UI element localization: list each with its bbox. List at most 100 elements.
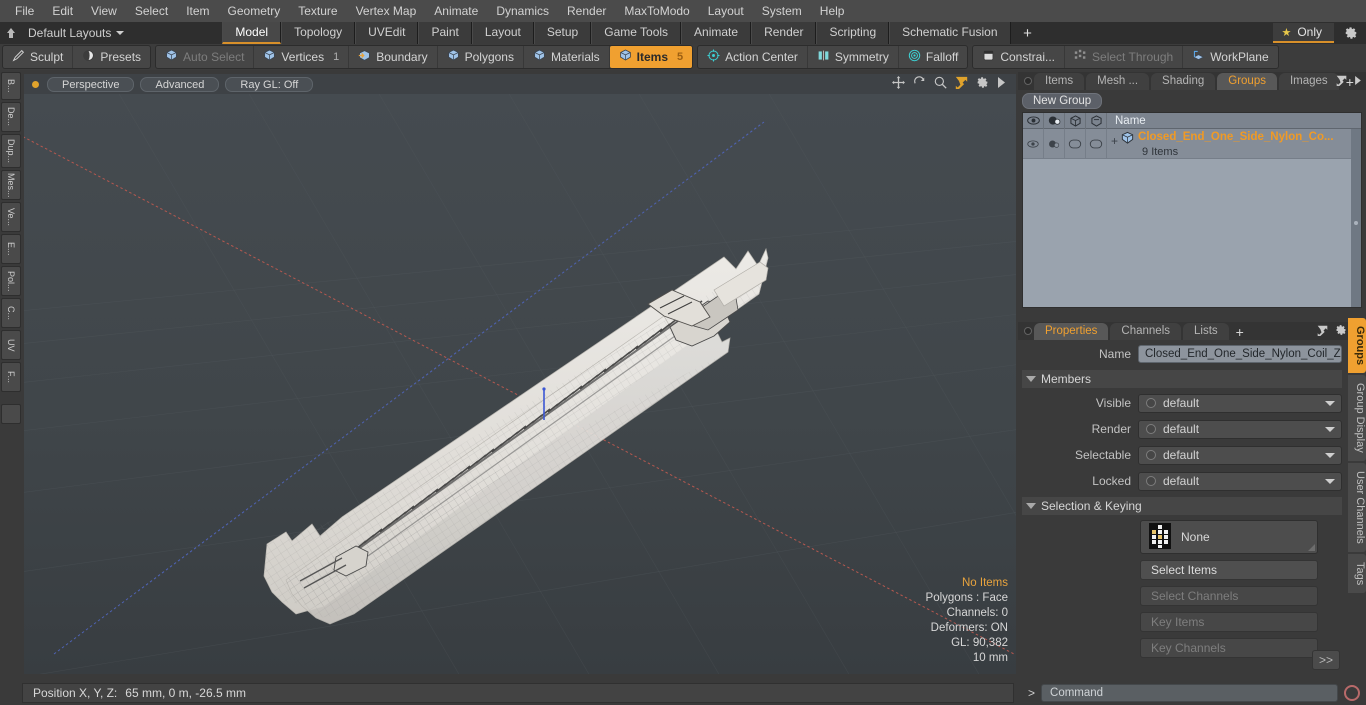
maximize-icon[interactable] [1317,325,1328,339]
panel-tab-lists[interactable]: Lists [1183,323,1229,340]
add-layout-tab-button[interactable]: + [1010,22,1045,44]
menu-item-animate[interactable]: Animate [425,0,487,22]
maximize-icon[interactable] [955,76,968,92]
left-tool-0[interactable]: B... [1,72,21,100]
groups-tree-scrollbar[interactable] [1351,129,1361,307]
menu-item-render[interactable]: Render [558,0,615,22]
panel-tab-properties[interactable]: Properties [1034,323,1109,340]
layout-tab-game-tools[interactable]: Game Tools [591,22,682,44]
left-tool-4[interactable]: Ve... [1,202,21,232]
panel-tab-items[interactable]: Items [1034,73,1085,90]
panel-menu-dot-icon[interactable] [1022,72,1034,90]
panel-tab-mesh[interactable]: Mesh ... [1086,73,1150,90]
row-selectable-toggle[interactable] [1065,128,1086,159]
menu-item-file[interactable]: File [6,0,43,22]
mode-button-sculpt[interactable]: Sculpt [3,46,74,68]
layout-tab-model[interactable]: Model [222,22,282,44]
play-icon[interactable] [1354,76,1362,88]
mode-button-presets[interactable]: Presets [73,46,150,68]
panel-tab-images[interactable]: Images [1278,73,1339,90]
rotate-icon[interactable] [913,76,926,92]
mode-button-items[interactable]: Items 5 [609,46,693,68]
menu-item-view[interactable]: View [82,0,126,22]
table-row[interactable]: + Closed_End_One_Side_Nylon_Co... 9 Item… [1023,128,1361,159]
gear-icon[interactable] [1342,25,1360,41]
gear-icon[interactable] [976,76,989,92]
row-visible-toggle[interactable] [1023,128,1044,159]
mode-button-action-center[interactable]: Action Center [698,46,808,68]
mode-button-polygons[interactable]: Polygons [438,46,524,68]
selection-keying-section-header[interactable]: Selection & Keying [1022,497,1342,515]
toggle-bullet-icon[interactable] [1146,398,1156,408]
groups-tree[interactable]: Name + Closed_End_One_Side_Nylon_Co... 9… [1022,112,1362,308]
mode-button-constrai[interactable]: Constrai... [973,46,1066,68]
layout-tab-animate[interactable]: Animate [681,22,752,44]
mode-button-materials[interactable]: Materials [524,46,610,68]
maximize-icon[interactable] [1336,75,1347,89]
menu-item-texture[interactable]: Texture [289,0,346,22]
toggle-bullet-icon[interactable] [1146,424,1156,434]
viewport-projection-dropdown[interactable]: Perspective [47,76,135,92]
left-tool-6[interactable]: Pol... [1,266,21,296]
row-render-toggle[interactable] [1044,128,1065,159]
mode-button-workplane[interactable]: WorkPlane [1183,46,1277,68]
viewport-raygl-dropdown[interactable]: Ray GL: Off [225,76,314,92]
more-options-button[interactable]: >> [1312,650,1340,670]
left-tool-9[interactable]: F... [1,362,21,392]
button-select-items[interactable]: Select Items [1140,560,1318,580]
home-icon[interactable] [0,22,22,44]
vertical-tab-user-channels[interactable]: User Channels [1348,462,1366,552]
zoom-icon[interactable] [934,76,947,92]
play-icon[interactable] [997,77,1006,91]
menu-item-item[interactable]: Item [177,0,218,22]
mode-button-symmetry[interactable]: Symmetry [808,46,899,68]
left-tool-8[interactable]: UV [1,330,21,360]
left-tool-1[interactable]: De... [1,102,21,132]
row-name-cell[interactable]: + Closed_End_One_Side_Nylon_Co... 9 Item… [1107,128,1361,159]
selection-set-picker[interactable]: None [1140,520,1318,554]
layout-tab-topology[interactable]: Topology [281,22,356,44]
layout-tab-layout[interactable]: Layout [471,22,534,44]
menu-item-edit[interactable]: Edit [43,0,82,22]
layout-tab-setup[interactable]: Setup [533,22,592,44]
vertical-tab-tags[interactable]: Tags [1348,553,1366,593]
layout-tab-schematic-fusion[interactable]: Schematic Fusion [889,22,1011,44]
left-tool-5[interactable]: E... [1,234,21,264]
member-dropdown-visible[interactable]: default [1138,393,1342,413]
layout-tab-uvedit[interactable]: UVEdit [355,22,419,44]
command-input[interactable]: Command [1041,684,1338,702]
vertical-tab-groups[interactable]: Groups [1348,318,1366,374]
move-icon[interactable] [892,76,905,92]
menu-item-system[interactable]: System [753,0,811,22]
mode-button-select-through[interactable]: Select Through [1065,46,1184,68]
menu-item-dynamics[interactable]: Dynamics [487,0,558,22]
member-dropdown-locked[interactable]: default [1138,471,1342,491]
member-dropdown-selectable[interactable]: default [1138,445,1342,465]
toggle-bullet-icon[interactable] [1146,476,1156,486]
layout-tab-paint[interactable]: Paint [418,22,472,44]
mode-button-boundary[interactable]: Boundary [349,46,438,68]
vertical-tab-group-display[interactable]: Group Display [1348,375,1366,461]
mode-button-auto-select[interactable]: Auto Select [156,46,255,68]
left-tool-7[interactable]: C... [1,298,21,328]
expander-icon[interactable]: + [1111,128,1118,154]
viewport-3d-canvas[interactable]: Y X Z No Items Polygons : Face Channels:… [24,94,1016,674]
add-properties-tab-button[interactable]: + [1231,324,1249,340]
panel-tab-shading[interactable]: Shading [1151,73,1216,90]
left-tool-2[interactable]: Dup... [1,134,21,168]
menu-item-layout[interactable]: Layout [699,0,753,22]
toggle-bullet-icon[interactable] [1146,450,1156,460]
layout-tab-scripting[interactable]: Scripting [816,22,890,44]
left-tool-extra-button[interactable] [1,404,21,424]
record-icon[interactable] [1344,685,1360,701]
name-input[interactable]: Closed_End_One_Side_Nylon_Coil_Zip [1138,345,1342,363]
menu-item-geometry[interactable]: Geometry [219,0,290,22]
left-tool-3[interactable]: Mes... [1,170,21,200]
viewport-shading-dropdown[interactable]: Advanced [140,76,220,92]
menu-item-vertex-map[interactable]: Vertex Map [347,0,426,22]
mode-button-vertices[interactable]: Vertices 1 [254,46,350,68]
member-dropdown-render[interactable]: default [1138,419,1342,439]
gear-icon[interactable] [1335,324,1347,339]
only-toggle-button[interactable]: ★ Only [1273,23,1334,43]
menu-item-select[interactable]: Select [126,0,177,22]
